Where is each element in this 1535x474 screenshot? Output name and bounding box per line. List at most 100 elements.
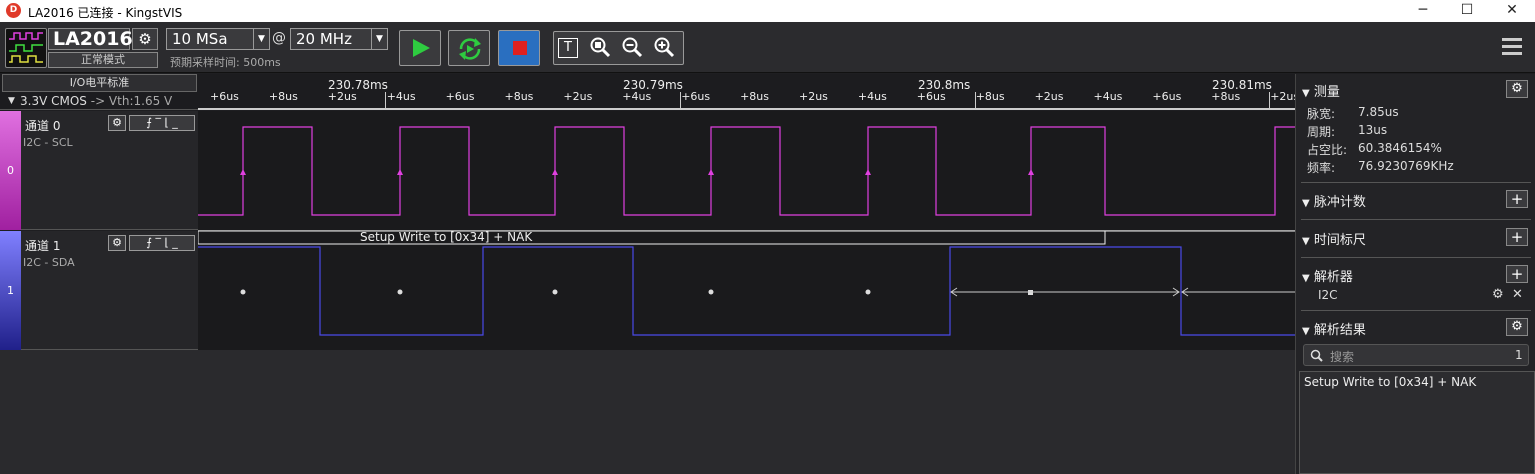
- decode-results-section-header[interactable]: ▼ 解析结果: [1302, 319, 1366, 338]
- sample-time-hint: 预期采样时间: 500ms: [170, 56, 281, 69]
- sample-rate-select[interactable]: 20 MHz ▼: [290, 28, 388, 50]
- analyzer-title: 解析器: [1313, 270, 1353, 285]
- results-search-input[interactable]: 搜索 1: [1303, 344, 1529, 366]
- collapse-arrow-icon: ▼: [1302, 273, 1310, 284]
- measure-section-header[interactable]: ▼ 测量: [1302, 81, 1340, 100]
- ruler-minor-label: +8us: [1211, 90, 1241, 103]
- ruler-minor-label: +8us: [740, 90, 770, 103]
- loop-start-button[interactable]: [448, 30, 490, 66]
- zoom-in-icon[interactable]: [652, 36, 676, 60]
- divider: [1301, 257, 1531, 258]
- device-icon[interactable]: [5, 28, 47, 68]
- analyzer-section-header[interactable]: ▼ 解析器: [1302, 266, 1353, 285]
- measure-settings-gear-icon[interactable]: ⚙: [1506, 80, 1528, 98]
- channel-1-index: 1: [7, 284, 14, 297]
- divider: [1301, 310, 1531, 311]
- text-tool-icon[interactable]: T: [558, 38, 578, 58]
- at-symbol: @: [272, 30, 286, 46]
- search-placeholder: 搜索: [1330, 350, 1355, 364]
- io-standard-select[interactable]: ▼ 3.3V CMOS -> Vth:1.65 V: [2, 92, 197, 110]
- search-icon: [1310, 349, 1323, 362]
- ruler-minor-label: +6us: [916, 90, 946, 103]
- close-button[interactable]: ✕: [1490, 0, 1534, 22]
- ruler-minor-label: +2us: [327, 90, 357, 103]
- channel-1-protocol: I2C - SDA: [23, 256, 75, 269]
- analyzer-gear-icon[interactable]: ⚙: [1492, 287, 1504, 302]
- sample-depth-value: 10 MSa: [172, 30, 228, 48]
- ruler-minor-label: +8us: [975, 90, 1005, 103]
- start-button[interactable]: [399, 30, 441, 66]
- decode-results-gear-icon[interactable]: ⚙: [1506, 318, 1528, 336]
- ruler-minor-label: +8us: [504, 90, 534, 103]
- collapse-arrow-icon: ▼: [1302, 326, 1310, 337]
- channel-0-gear-icon[interactable]: ⚙: [108, 115, 126, 131]
- measure-value: 7.85us: [1358, 105, 1399, 119]
- minimize-button[interactable]: ─: [1401, 0, 1445, 22]
- title-bar: D LA2016 已连接 - KingstVIS ─ ☐ ✕: [0, 0, 1535, 22]
- measure-key: 周期:: [1307, 125, 1336, 139]
- ruler-baseline: [198, 108, 1295, 110]
- ruler-minor-label: +2us: [1034, 90, 1064, 103]
- analyzer-remove-icon[interactable]: ✕: [1512, 287, 1523, 302]
- device-mode: 正常模式: [48, 52, 158, 68]
- decode-results-list: Setup Write to [0x34] + NAK: [1299, 371, 1535, 474]
- ruler-minor-label: +4us: [622, 90, 652, 103]
- maximize-button[interactable]: ☐: [1445, 0, 1489, 22]
- collapse-arrow-icon: ▼: [1302, 236, 1310, 247]
- stop-icon: [513, 41, 527, 55]
- channel-0-panel: 0 通道 0 I2C - SCL ⚙ ⨍ ‾ ⌊ _: [0, 111, 198, 230]
- ruler-minor-label: +2us: [799, 90, 828, 103]
- zoom-fit-icon[interactable]: [588, 36, 612, 60]
- result-row[interactable]: Setup Write to [0x34] + NAK: [1304, 375, 1476, 389]
- divider: [1301, 182, 1531, 183]
- channel-0-name: 通道 0: [25, 119, 61, 133]
- add-pulse-count-button[interactable]: +: [1506, 190, 1528, 208]
- sample-depth-select[interactable]: 10 MSa ▼: [166, 28, 270, 50]
- measure-value: 13us: [1358, 123, 1388, 137]
- add-time-ruler-button[interactable]: +: [1506, 228, 1528, 246]
- waveform-area[interactable]: Setup Write to [0x34] + NAK: [198, 111, 1295, 350]
- ruler-minor-label: +2us: [563, 90, 593, 103]
- pulse-count-title: 脉冲计数: [1313, 195, 1366, 210]
- app-logo-icon: D: [6, 3, 21, 18]
- view-tools-group: T: [553, 31, 684, 65]
- measure-key: 占空比:: [1307, 143, 1348, 157]
- analyzer-item-i2c[interactable]: I2C: [1318, 288, 1338, 302]
- io-standard-label: I/O电平标准: [2, 74, 197, 92]
- device-settings-gear-icon[interactable]: ⚙: [132, 28, 158, 50]
- ruler-minor-label: +8us: [268, 90, 298, 103]
- zoom-out-icon[interactable]: [620, 36, 644, 60]
- chevron-down-icon: ▼: [8, 96, 15, 106]
- ruler-minor-label: +6us: [1152, 90, 1182, 103]
- measure-value: 76.9230769KHz: [1358, 159, 1454, 173]
- ruler-minor-label: +4us: [857, 90, 887, 103]
- chevron-down-icon: ▼: [253, 29, 269, 49]
- measure-title: 测量: [1313, 85, 1340, 100]
- ruler-minor-label: +6us: [681, 90, 711, 103]
- empty-channel-area: [0, 350, 1295, 474]
- stop-button[interactable]: [498, 30, 540, 66]
- add-analyzer-button[interactable]: +: [1506, 265, 1528, 283]
- divider: [1301, 219, 1531, 220]
- ruler-minor-label: +6us: [210, 90, 239, 103]
- pulse-count-section-header[interactable]: ▼ 脉冲计数: [1302, 191, 1366, 210]
- time-ruler-title: 时间标尺: [1313, 233, 1366, 248]
- main-menu-icon[interactable]: [1502, 38, 1522, 41]
- collapse-arrow-icon: ▼: [1302, 88, 1310, 99]
- ruler-minor-label: +4us: [386, 90, 416, 103]
- channel-1-gear-icon[interactable]: ⚙: [108, 235, 126, 251]
- channel-1-name: 通道 1: [25, 239, 61, 253]
- io-vth-value: -> Vth:1.65 V: [90, 94, 173, 108]
- channel-0-trigger-buttons[interactable]: ⨍ ‾ ⌊ _: [129, 115, 195, 131]
- decode-bar[interactable]: [198, 230, 1106, 245]
- search-result-count: 1: [1515, 348, 1523, 362]
- device-name: LA2016: [48, 28, 133, 50]
- channel-1-panel: 1 通道 1 I2C - SDA ⚙ ⨍ ‾ ⌊ _: [0, 231, 198, 350]
- measure-key: 频率:: [1307, 161, 1336, 175]
- window-title: LA2016 已连接 - KingstVIS: [28, 6, 183, 20]
- io-standard-value: 3.3V CMOS: [20, 94, 87, 108]
- collapse-arrow-icon: ▼: [1302, 198, 1310, 209]
- time-ruler-section-header[interactable]: ▼ 时间标尺: [1302, 229, 1366, 248]
- channel-1-trigger-buttons[interactable]: ⨍ ‾ ⌊ _: [129, 235, 195, 251]
- ruler-minor-label: +4us: [1093, 90, 1123, 103]
